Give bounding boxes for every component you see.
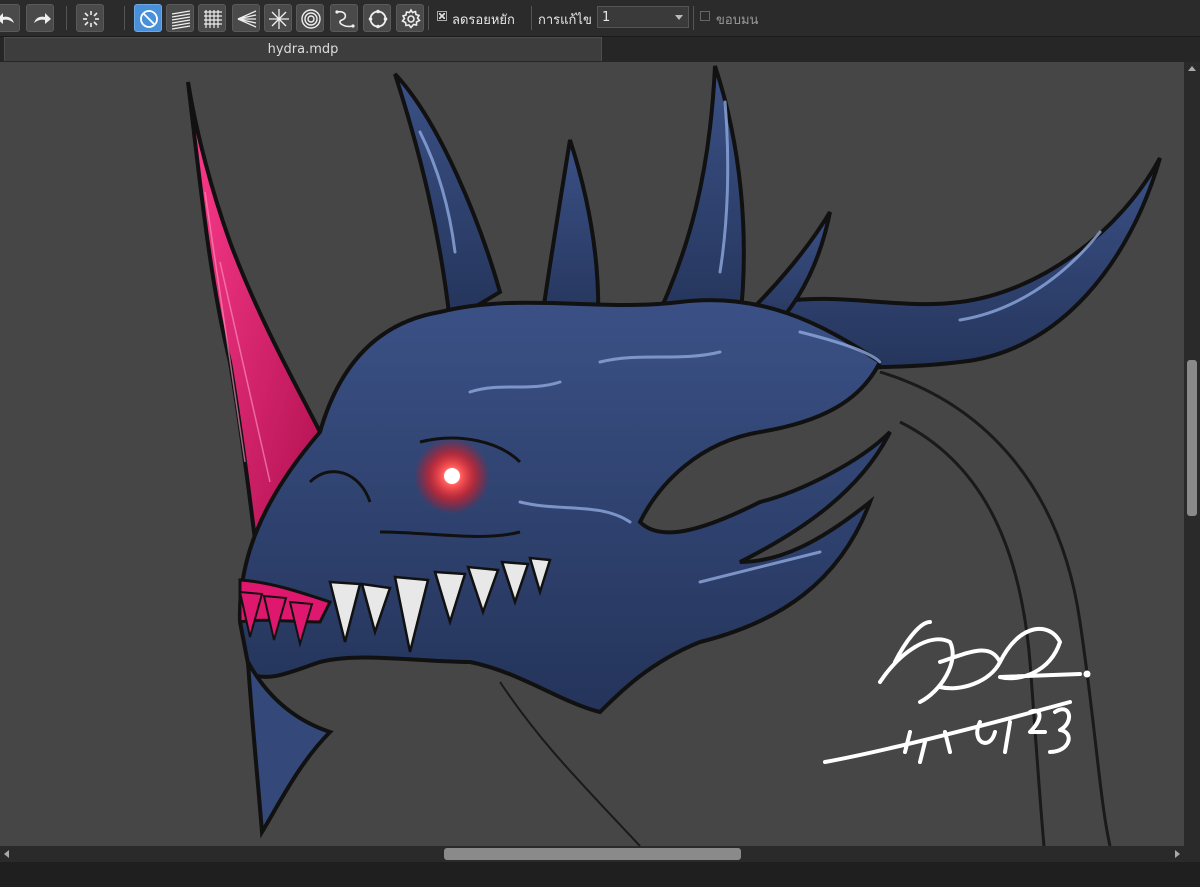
undo-button[interactable] [0,4,20,32]
toolbar-separator [124,6,125,30]
curve-snap-button[interactable] [330,4,358,32]
edge-checkbox[interactable] [700,11,710,21]
snap-off-button[interactable] [76,4,104,32]
correction-label: การแก้ไข [538,13,592,28]
toolbar-separator [693,6,694,30]
no-snap-button[interactable] [134,4,162,32]
horizontal-scroll-thumb[interactable] [444,848,741,860]
status-bar [0,862,1200,887]
toolbar-separator [428,6,429,30]
document-tab-title: hydra.mdp [267,42,339,57]
concentric-snap-button[interactable] [296,4,324,32]
toolbar-separator [531,6,532,30]
snap-settings-button[interactable] [396,4,424,32]
edge-label: ขอบมน [716,13,759,28]
chevron-down-icon [675,15,683,20]
horizontal-scrollbar[interactable] [0,846,1184,862]
grid-snap-button[interactable] [198,4,226,32]
canvas-area[interactable] [0,62,1184,846]
dragon-artwork [0,62,1184,846]
scroll-corner [1184,846,1200,862]
correction-select[interactable]: 1 [597,6,689,28]
document-tab[interactable]: hydra.mdp [4,37,602,61]
stabilizer-checkbox[interactable] [437,11,447,21]
scroll-up-arrow-icon[interactable] [1188,66,1196,71]
scroll-left-arrow-icon[interactable] [4,850,9,858]
document-tab-bar: hydra.mdp [0,37,1200,62]
parallel-snap-button[interactable] [166,4,194,32]
scroll-right-arrow-icon[interactable] [1175,850,1180,858]
toolbar: ลดรอยหยัก การแก้ไข 1 ขอบมน [0,0,1200,37]
correction-value: 1 [602,10,611,25]
vertical-scrollbar[interactable] [1184,62,1200,846]
redo-button[interactable] [26,4,54,32]
stabilizer-label: ลดรอยหยัก [452,13,515,28]
perspective-snap-button[interactable] [232,4,260,32]
circle-snap-button[interactable] [363,4,391,32]
radial-snap-button[interactable] [264,4,292,32]
vertical-scroll-thumb[interactable] [1187,360,1197,516]
toolbar-separator [66,6,67,30]
